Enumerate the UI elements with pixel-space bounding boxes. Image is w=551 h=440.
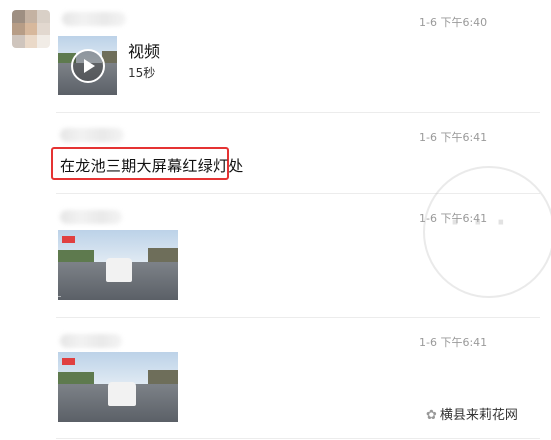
video-duration: 15秒 <box>128 66 156 80</box>
message-time: 1-6 下午6:40 <box>419 16 488 29</box>
avatar[interactable] <box>12 10 50 48</box>
watermark-text: 横县来莉花网 <box>439 408 518 423</box>
sender-name-blurred <box>60 210 122 224</box>
divider <box>56 438 540 439</box>
source-watermark: ✿ 横县来莉花网 <box>426 404 518 423</box>
divider <box>56 112 540 113</box>
play-icon[interactable] <box>71 49 105 83</box>
dashcam-image[interactable] <box>58 352 178 422</box>
video-thumbnail[interactable] <box>58 36 117 95</box>
message-time: 1-6 下午6:41 <box>419 131 488 144</box>
sender-name-blurred <box>62 12 126 26</box>
sender-name-blurred <box>60 334 122 348</box>
highlighted-message[interactable]: 在龙池三期大屏幕红绿灯处 <box>51 147 243 180</box>
divider <box>56 317 540 318</box>
sender-name-blurred <box>60 128 124 142</box>
watermark-stamp: · · · <box>423 166 551 298</box>
dashcam-image[interactable]: … <box>58 230 178 300</box>
wechat-logo-icon: ✿ <box>426 408 437 423</box>
video-title: 视频 <box>128 42 161 61</box>
message-text: 在龙池三期大屏幕红绿灯处 <box>60 157 244 175</box>
message-time: 1-6 下午6:41 <box>419 336 488 349</box>
